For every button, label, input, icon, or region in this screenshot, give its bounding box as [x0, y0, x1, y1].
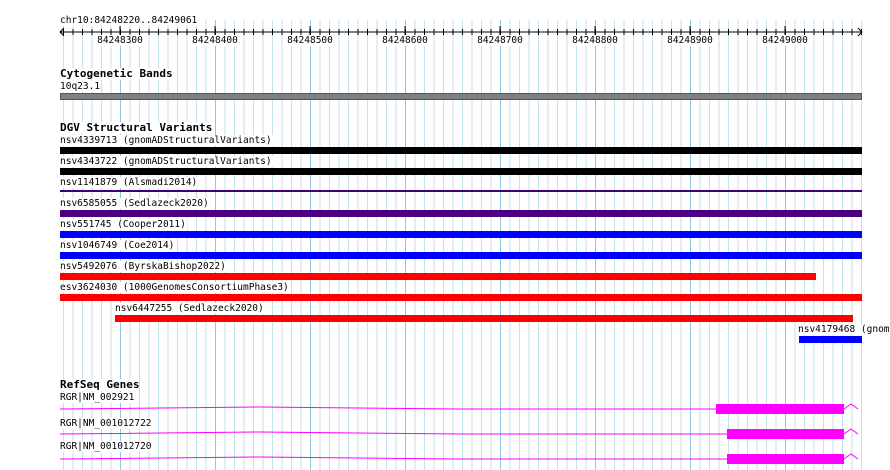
variant-label: nsv1046749 (Coe2014) — [60, 240, 176, 251]
variant-bar[interactable] — [60, 147, 862, 154]
cytoband-bar[interactable] — [60, 93, 862, 100]
cytoband-label: 10q23.1 — [60, 81, 102, 92]
variant-bar[interactable] — [60, 273, 816, 280]
variant-label: nsv5492076 (ByrskaBishop2022) — [60, 261, 227, 272]
variant-label: esv3624030 (1000GenomesConsortiumPhase3) — [60, 282, 290, 293]
variant-bar[interactable] — [60, 252, 862, 259]
variant-bar[interactable] — [60, 190, 862, 192]
gene-model[interactable] — [0, 452, 890, 466]
variant-bar[interactable] — [60, 168, 862, 175]
ruler-tick-label: 84248400 — [192, 35, 238, 46]
ruler-tick-label: 84248500 — [287, 35, 333, 46]
ruler-tick-label: 84248900 — [667, 35, 713, 46]
gene-label: RGR|NM_001012720 — [60, 441, 153, 452]
variant-bar[interactable] — [60, 231, 862, 238]
gene-model[interactable] — [0, 427, 890, 441]
variant-bar[interactable] — [799, 336, 862, 343]
refseq-track-title: RefSeq Genes — [60, 378, 140, 391]
cytoband-track-title: Cytogenetic Bands — [60, 67, 173, 80]
ruler-tick-label: 84248800 — [572, 35, 618, 46]
variant-bar[interactable] — [115, 315, 853, 322]
variant-label: nsv4339713 (gnomADStructuralVariants) — [60, 135, 273, 146]
dgv-track-title: DGV Structural Variants — [60, 121, 213, 134]
variant-label: nsv551745 (Cooper2011) — [60, 219, 187, 230]
variant-label: nsv6585055 (Sedlazeck2020) — [60, 198, 210, 209]
variant-bar[interactable] — [60, 210, 862, 217]
variant-label: nsv4179468 (gnom — [798, 324, 890, 335]
variant-label: nsv6447255 (Sedlazeck2020) — [115, 303, 265, 314]
variant-label: nsv4343722 (gnomADStructuralVariants) — [60, 156, 273, 167]
gene-model[interactable] — [0, 402, 890, 416]
variant-label: nsv1141879 (Alsmadi2014) — [60, 177, 199, 188]
ruler-tick-label: 84249000 — [762, 35, 808, 46]
ruler-tick-label: 84248600 — [382, 35, 428, 46]
location-label: chr10:84248220..84249061 — [60, 15, 199, 26]
variant-bar[interactable] — [60, 294, 862, 301]
ruler-tick-label: 84248700 — [477, 35, 523, 46]
ruler-tick-label: 84248300 — [97, 35, 143, 46]
